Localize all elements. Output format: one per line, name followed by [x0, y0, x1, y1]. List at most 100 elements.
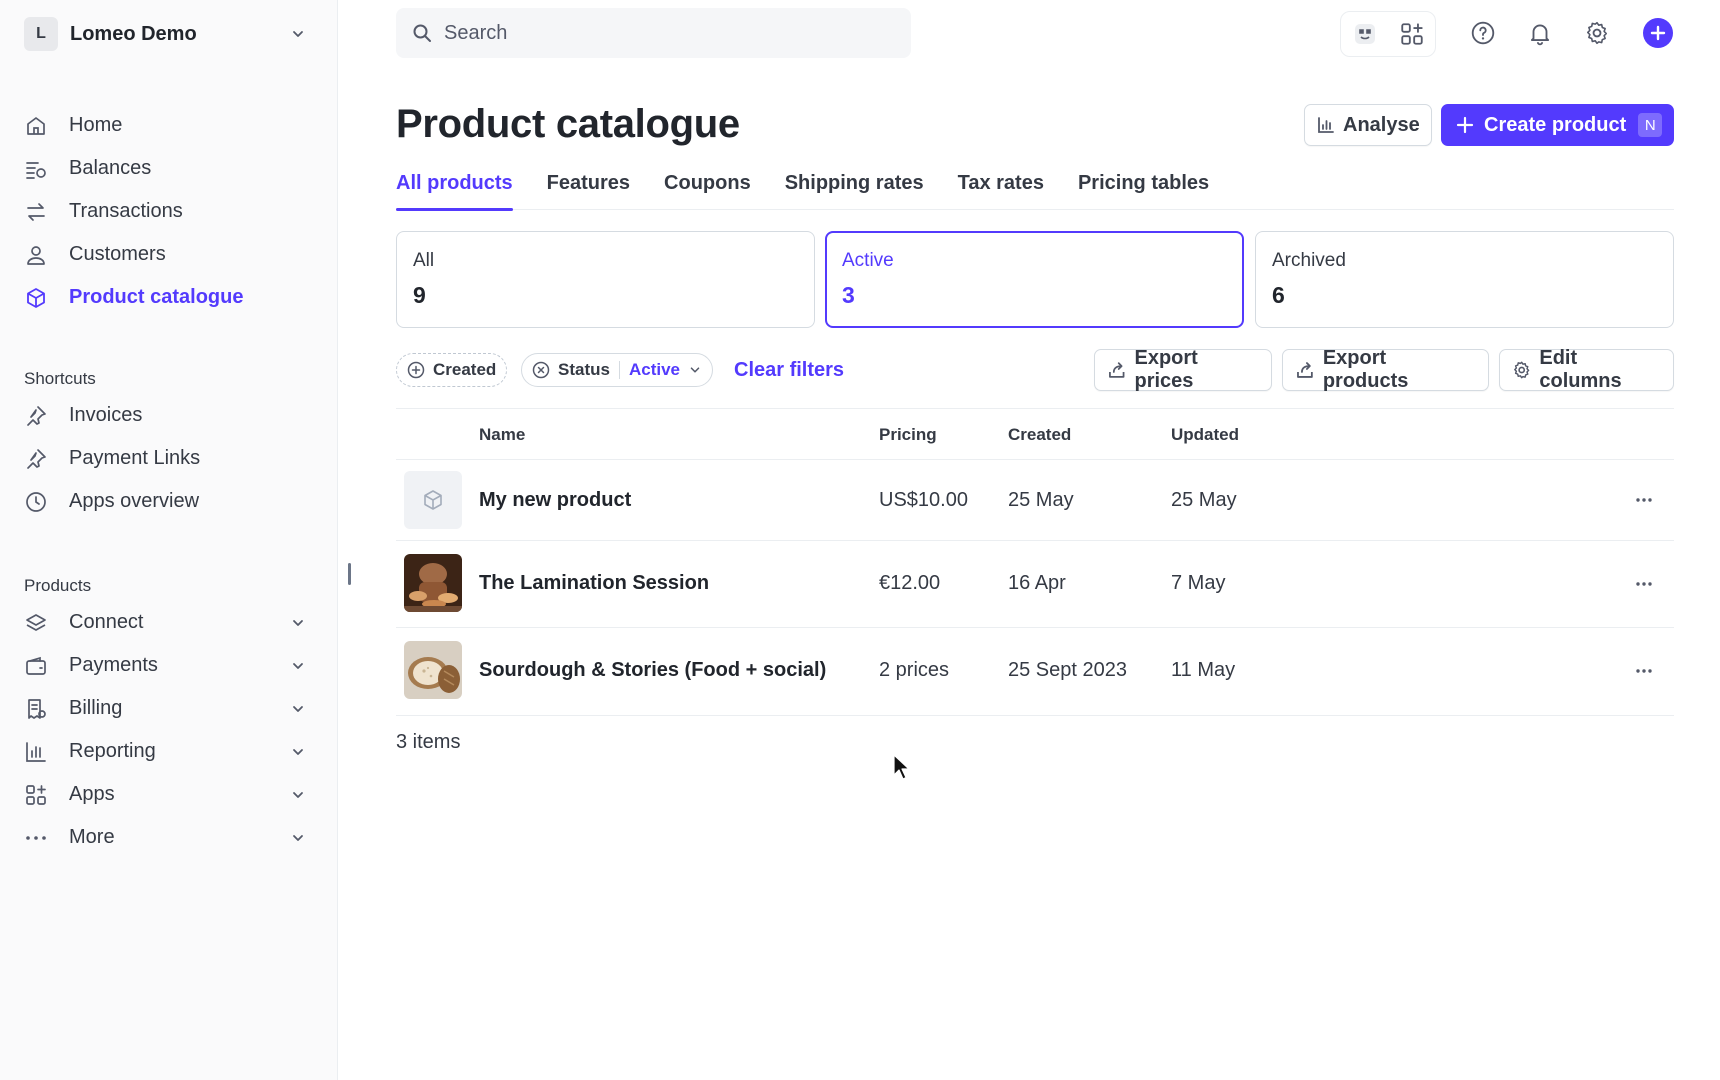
chevron-down-icon — [293, 791, 303, 798]
remove-circle-icon[interactable] — [532, 361, 550, 379]
status-card-active[interactable]: Active 3 — [825, 231, 1244, 328]
status-card-count: 9 — [413, 282, 426, 308]
column-header-updated[interactable]: Updated — [1171, 425, 1239, 445]
nav-item-transactions[interactable]: Transactions — [24, 190, 306, 233]
account-avatar: L — [24, 17, 58, 51]
nav-item-reporting[interactable]: Reporting — [24, 730, 306, 773]
sidebar: L Lomeo Demo Home Balances Transactions … — [0, 0, 338, 1080]
pin-icon — [24, 404, 48, 428]
tab-all-products[interactable]: All products — [396, 162, 513, 211]
created-filter-label: Created — [433, 360, 497, 379]
row-actions-button[interactable] — [1629, 574, 1659, 594]
nav-item-balances[interactable]: Balances — [24, 147, 306, 190]
product-pricing: 2 prices — [879, 659, 950, 681]
sidebar-resize-handle[interactable] — [348, 563, 351, 585]
tab-pricing-tables[interactable]: Pricing tables — [1078, 162, 1209, 210]
column-header-name[interactable]: Name — [479, 425, 525, 445]
tab-bar: All products Features Coupons Shipping r… — [396, 162, 1674, 211]
export-prices-button[interactable]: Export prices — [1094, 347, 1272, 392]
row-actions-button[interactable] — [1629, 490, 1659, 510]
status-card-archived[interactable]: Archived 6 — [1255, 231, 1674, 328]
bell-icon[interactable] — [1527, 20, 1553, 46]
account-switcher[interactable]: L Lomeo Demo — [24, 16, 306, 52]
nav-item-payments[interactable]: Payments — [24, 644, 306, 687]
analyse-button[interactable]: Analyse — [1304, 104, 1432, 146]
nav-item-invoices[interactable]: Invoices — [24, 394, 306, 437]
mouse-cursor-icon — [893, 754, 910, 780]
create-product-button[interactable]: Create product N — [1441, 104, 1674, 146]
product-updated: 7 May — [1171, 572, 1226, 594]
row-actions-button[interactable] — [1629, 661, 1659, 681]
product-created: 25 May — [1008, 489, 1074, 511]
nav-item-label: Apps overview — [69, 490, 200, 512]
export-products-button[interactable]: Export products — [1282, 347, 1489, 392]
product-name[interactable]: Sourdough & Stories (Food + social) — [479, 659, 826, 682]
product-catalogue-icon — [24, 286, 48, 310]
main-nav: Home Balances Transactions Customers Pro… — [24, 104, 306, 319]
status-filter[interactable]: Status Active — [521, 353, 713, 387]
quick-create-button[interactable] — [1643, 18, 1673, 48]
nav-item-payment-links[interactable]: Payment Links — [24, 437, 306, 480]
nav-item-home[interactable]: Home — [24, 104, 306, 147]
product-image — [404, 554, 462, 612]
nav-item-customers[interactable]: Customers — [24, 233, 306, 276]
nav-item-product-catalogue[interactable]: Product catalogue — [24, 276, 306, 319]
created-filter[interactable]: Created — [396, 353, 508, 387]
tab-features[interactable]: Features — [547, 162, 630, 210]
product-image — [404, 641, 462, 699]
status-filter-label: Status — [558, 360, 610, 379]
apps-grid-icon[interactable] — [1399, 21, 1425, 47]
nav-item-label: Customers — [69, 243, 166, 265]
pin-icon — [24, 447, 48, 471]
table-header: Name Pricing Created Updated — [396, 408, 1674, 460]
status-card-all[interactable]: All 9 — [396, 231, 815, 328]
tab-shipping-rates[interactable]: Shipping rates — [785, 162, 924, 210]
add-circle-icon — [407, 361, 425, 379]
chevron-down-icon — [293, 662, 303, 669]
table-row[interactable]: My new product US$10.00 25 May 25 May — [396, 460, 1674, 541]
nav-item-label: Invoices — [69, 404, 143, 426]
top-app-group — [1340, 11, 1436, 57]
column-header-created[interactable]: Created — [1008, 425, 1071, 445]
tab-coupons[interactable]: Coupons — [664, 162, 751, 210]
status-card-label: All — [413, 250, 435, 271]
table-row[interactable]: Sourdough & Stories (Food + social) 2 pr… — [396, 628, 1674, 716]
product-created: 16 Apr — [1008, 572, 1066, 594]
nav-item-connect[interactable]: Connect — [24, 601, 306, 644]
help-icon[interactable] — [1470, 20, 1496, 46]
ellipsis-icon — [1636, 498, 1652, 502]
search-bar[interactable] — [396, 8, 911, 58]
section-title-shortcuts: Shortcuts — [24, 369, 96, 388]
product-name[interactable]: The Lamination Session — [479, 572, 709, 595]
nav-item-more[interactable]: More — [24, 816, 306, 859]
nav-item-label: Billing — [69, 697, 123, 719]
nav-item-label: Reporting — [69, 740, 156, 762]
search-input[interactable] — [444, 21, 844, 45]
nav-item-apps[interactable]: Apps — [24, 773, 306, 816]
home-icon — [24, 114, 48, 138]
assistant-app-icon[interactable] — [1352, 21, 1378, 47]
tab-tax-rates[interactable]: Tax rates — [958, 162, 1044, 210]
nav-item-apps-overview[interactable]: Apps overview — [24, 480, 306, 523]
nav-item-label: Product catalogue — [69, 286, 244, 308]
status-card-label: Active — [842, 250, 894, 271]
connect-icon — [24, 611, 48, 635]
transactions-icon — [24, 200, 48, 224]
column-header-pricing[interactable]: Pricing — [879, 425, 937, 445]
product-placeholder-image — [404, 471, 462, 529]
nav-item-billing[interactable]: Billing — [24, 687, 306, 730]
create-product-label: Create product — [1484, 113, 1627, 136]
lamination-session-photo — [404, 554, 462, 612]
table-row[interactable]: The Lamination Session €12.00 16 Apr 7 M… — [396, 541, 1674, 628]
bar-chart-icon — [24, 740, 48, 764]
product-name[interactable]: My new product — [479, 489, 631, 512]
products-nav: Products Connect Payments Billing Report… — [24, 571, 306, 859]
shortcuts-nav: Shortcuts Invoices Payment Links Apps ov… — [24, 364, 306, 523]
nav-item-label: Connect — [69, 611, 144, 633]
gear-icon[interactable] — [1584, 20, 1610, 46]
clock-icon — [24, 490, 48, 514]
edit-columns-button[interactable]: Edit columns — [1499, 347, 1674, 392]
product-created: 25 Sept 2023 — [1008, 659, 1127, 681]
edit-columns-label: Edit columns — [1539, 347, 1622, 392]
clear-filters-link[interactable]: Clear filters — [734, 359, 844, 382]
